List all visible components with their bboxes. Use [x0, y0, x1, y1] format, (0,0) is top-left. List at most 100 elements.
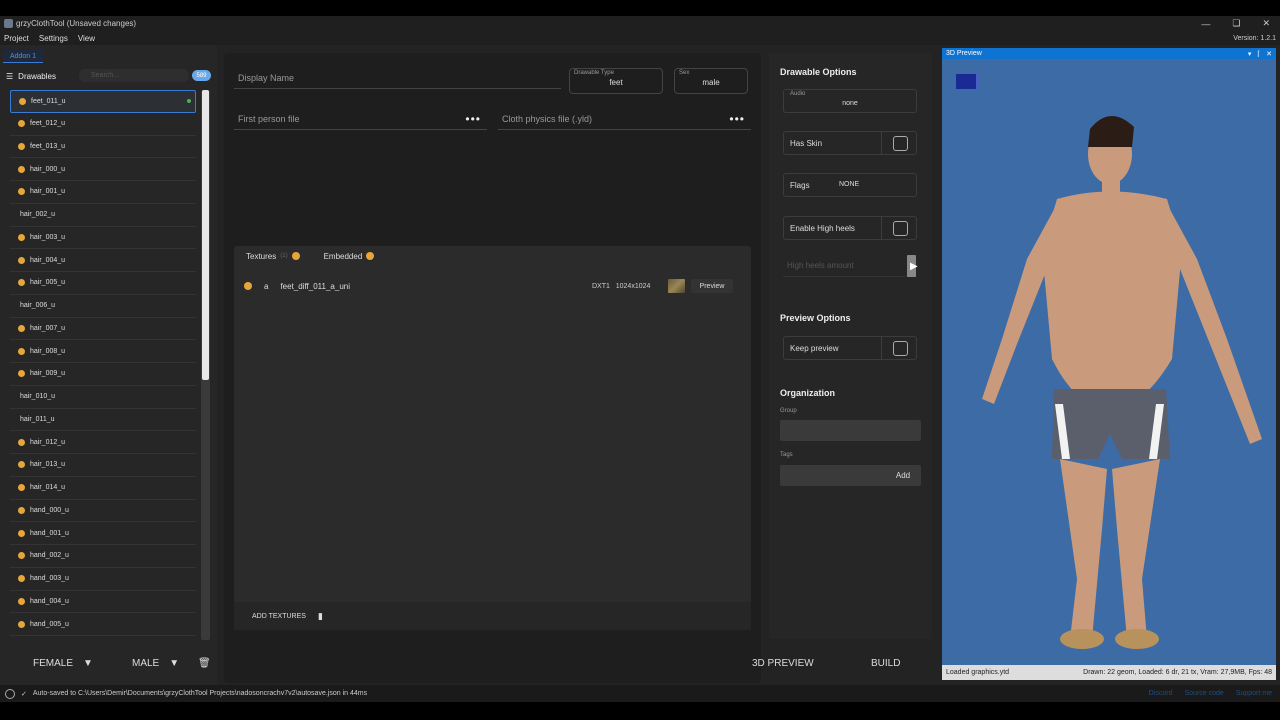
3d-preview-button[interactable]: 3D PREVIEW	[752, 651, 814, 675]
list-item[interactable]: hair_007_u	[10, 318, 196, 341]
build-button[interactable]: BUILD	[871, 651, 900, 675]
gender-bar: FEMALE ▼ MALE ▼ 🗑	[0, 652, 217, 674]
texture-row[interactable]: a feet_diff_011_a_uni DXT1 1024x1024 Pre…	[244, 279, 744, 293]
maximize-icon[interactable]: ❏	[1232, 18, 1240, 29]
display-name-placeholder: Display Name	[238, 73, 295, 83]
trash-icon[interactable]: 🗑	[198, 658, 211, 669]
list-item[interactable]: hair_004_u	[10, 249, 196, 272]
list-item[interactable]: hair_010_u	[10, 386, 196, 409]
list-item-label: hair_004_u	[30, 256, 66, 264]
list-item[interactable]: hair_014_u	[10, 477, 196, 500]
list-item-label: hair_011_u	[20, 415, 55, 423]
close-icon[interactable]: ✕	[1266, 50, 1272, 58]
warning-icon	[18, 438, 25, 446]
male-button[interactable]: MALE ▼	[132, 658, 179, 669]
list-item[interactable]: feet_013_u	[10, 136, 196, 159]
list-item[interactable]: hair_003_u	[10, 227, 196, 250]
menu-view[interactable]: View	[78, 34, 95, 43]
high-heels-amount-slider[interactable]: High heels amount	[783, 255, 917, 277]
list-item[interactable]: hair_013_u	[10, 454, 196, 477]
lock-icon	[5, 688, 15, 699]
search-input[interactable]: Search...	[79, 69, 189, 82]
list-item[interactable]: hair_006_u	[10, 295, 196, 318]
tags-input[interactable]: Add	[780, 465, 921, 486]
pin-icon[interactable]: ⌈	[1257, 50, 1260, 58]
drawable-type-select[interactable]: Drawable Type feet	[569, 68, 663, 94]
add-textures-button[interactable]: ADD TEXTURES	[252, 613, 306, 620]
display-name-input[interactable]: Display Name	[234, 65, 561, 89]
tab-textures[interactable]: Textures (1)	[234, 252, 312, 261]
drawable-type-label: Drawable Type	[574, 70, 614, 76]
browse-icon[interactable]: •••	[465, 112, 481, 126]
support-me-link[interactable]: Support me	[1236, 690, 1272, 697]
delete-texture-icon[interactable]: ▮	[318, 611, 323, 622]
enable-high-heels-checkbox[interactable]	[893, 221, 908, 236]
sex-select[interactable]: Sex male	[674, 68, 748, 94]
drawable-editor: Display Name Drawable Type feet Sex male…	[224, 53, 761, 683]
flags-select[interactable]: Flags NONE	[783, 173, 917, 197]
list-item[interactable]: hair_000_u	[10, 158, 196, 181]
add-tag-button[interactable]: Add	[885, 465, 921, 486]
first-person-file-input[interactable]: First person file •••	[234, 106, 487, 130]
list-item-label: hair_009_u	[30, 370, 66, 378]
list-item-label: hair_010_u	[20, 393, 56, 401]
list-item[interactable]: feet_012_u	[10, 113, 196, 136]
texture-preview-button[interactable]: Preview	[691, 279, 733, 293]
list-item[interactable]: hair_001_u	[10, 181, 196, 204]
scrollbar-thumb[interactable]	[202, 90, 209, 380]
flags-label: Flags	[790, 181, 810, 190]
drawables-label: Drawables	[18, 71, 56, 81]
list-item[interactable]: hair_002_u	[10, 204, 196, 227]
group-input[interactable]	[780, 420, 921, 441]
list-item[interactable]: hand_001_u	[10, 522, 196, 545]
tab-embedded[interactable]: Embedded	[312, 252, 387, 261]
list-item[interactable]: hand_004_u	[10, 591, 196, 614]
list-item[interactable]: hand_002_u	[10, 545, 196, 568]
dropdown-icon[interactable]: ▾	[1248, 50, 1252, 58]
list-item[interactable]: hair_011_u	[10, 409, 196, 432]
list-item-label: hair_000_u	[30, 165, 66, 173]
menu-project[interactable]: Project	[4, 34, 29, 43]
addon-tab[interactable]: Addon 1	[3, 50, 43, 63]
sex-label: Sex	[679, 70, 690, 76]
mouse-cursor-icon: ▶	[910, 261, 918, 272]
keep-preview-checkbox[interactable]	[893, 341, 908, 356]
cloth-physics-file-input[interactable]: Cloth physics file (.yld) •••	[498, 106, 751, 130]
check-icon: ✓	[21, 690, 27, 698]
minimize-icon[interactable]: —	[1201, 19, 1210, 29]
chevron-down-icon: ▼	[169, 657, 180, 669]
warning-icon	[18, 484, 25, 492]
list-item[interactable]: hand_003_u	[10, 568, 196, 591]
list-item[interactable]: hair_005_u	[10, 272, 196, 295]
list-item-label: hair_014_u	[30, 484, 66, 492]
audio-select[interactable]: Audio none	[783, 89, 917, 113]
discord-link[interactable]: Discord	[1149, 690, 1173, 697]
has-skin-checkbox[interactable]	[893, 136, 908, 151]
list-item[interactable]: hair_008_u	[10, 340, 196, 363]
list-scrollbar[interactable]	[201, 90, 210, 640]
textures-count: (1)	[280, 253, 288, 259]
main-area: Addon 1 ☰ Drawables Search... 589 feet_0…	[0, 45, 1280, 685]
enable-high-heels-label: Enable High heels	[790, 224, 855, 233]
female-label: FEMALE	[33, 657, 74, 669]
build-label: BUILD	[871, 657, 901, 669]
preview-title: 3D Preview	[946, 50, 982, 57]
list-item[interactable]: hand_000_u	[10, 500, 196, 523]
list-item[interactable]: hair_009_u	[10, 363, 196, 386]
menu-settings[interactable]: Settings	[39, 34, 68, 43]
source-code-link[interactable]: Source code	[1185, 690, 1224, 697]
list-item-label: hand_005_u	[30, 620, 69, 628]
organization-title: Organization	[780, 388, 836, 398]
list-item[interactable]: hand_005_u	[10, 613, 196, 636]
list-item[interactable]: feet_011_u	[10, 90, 196, 113]
browse-icon[interactable]: •••	[729, 112, 745, 126]
list-item-label: hair_005_u	[30, 279, 66, 287]
list-item[interactable]: hair_012_u	[10, 431, 196, 454]
warning-icon	[18, 597, 25, 605]
female-button[interactable]: FEMALE ▼	[33, 658, 93, 669]
divider	[881, 337, 882, 359]
warning-icon	[18, 575, 25, 583]
3d-preview-panel[interactable]: 3D Preview ▾ ⌈ ✕ Loaded graphics.ytd Dra…	[942, 48, 1276, 680]
warning-icon	[18, 529, 25, 537]
close-icon[interactable]: ✕	[1262, 18, 1270, 29]
